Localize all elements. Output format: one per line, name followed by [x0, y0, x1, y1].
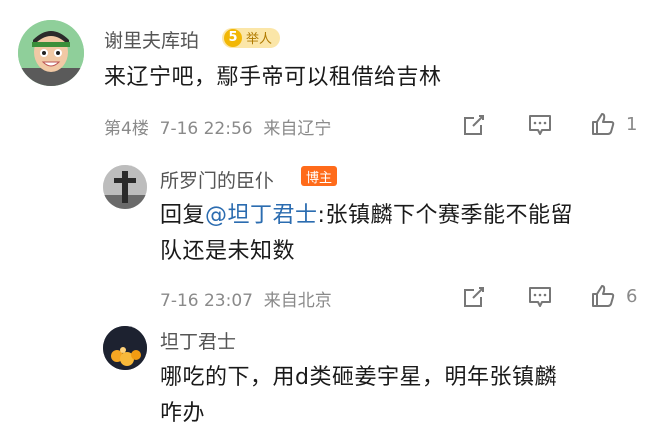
comment-icon[interactable] [527, 112, 553, 138]
avatar-cartoon-icon [18, 20, 84, 86]
comment-text-line2: 咋办 [160, 401, 206, 426]
like-count: 1 [626, 114, 638, 135]
mention-link[interactable]: @坦丁君士 [205, 203, 318, 228]
comment-text-line1: 哪吃的下，用d类砸姜宇星，明年张镇麟 [160, 365, 557, 390]
comment-icon[interactable] [527, 284, 553, 310]
host-badge: 博主 [301, 166, 338, 186]
lanterns-avatar-icon [103, 326, 147, 370]
reply-prefix: 回复 [160, 203, 206, 228]
reply-body-line2: 队还是未知数 [160, 239, 296, 264]
comment-text: 哪吃的下，用d类砸姜宇星，明年张镇麟 咋办 [160, 360, 640, 432]
username[interactable]: 坦丁君士 [160, 327, 236, 354]
share-icon[interactable] [461, 112, 487, 138]
fan-level: 5 [224, 28, 242, 47]
like-icon[interactable] [590, 111, 616, 137]
share-icon[interactable] [461, 284, 487, 310]
fan-title: 举人 [246, 32, 273, 47]
comment-meta: 7-16 23:07 来自北京 [160, 291, 332, 311]
username[interactable]: 谢里夫库珀 [104, 26, 199, 53]
cross-avatar-icon [103, 165, 147, 209]
reply-text: 回复@坦丁君士:张镇麟下个赛季能不能留 队还是未知数 [160, 198, 640, 270]
like-count: 6 [626, 286, 638, 307]
comment-text: 来辽宁吧，鄢手帝可以租借给吉林 [104, 65, 442, 90]
comment-meta: 第4楼 7-16 22:56 来自辽宁 [104, 119, 332, 139]
like-icon[interactable] [590, 283, 616, 309]
reply-body: :张镇麟下个赛季能不能留 [317, 203, 573, 228]
fan-badge: 5 举人 [222, 26, 281, 48]
avatar[interactable] [103, 326, 147, 370]
avatar[interactable] [18, 20, 84, 86]
avatar[interactable] [103, 165, 147, 209]
username[interactable]: 所罗门的臣仆 [160, 166, 274, 193]
